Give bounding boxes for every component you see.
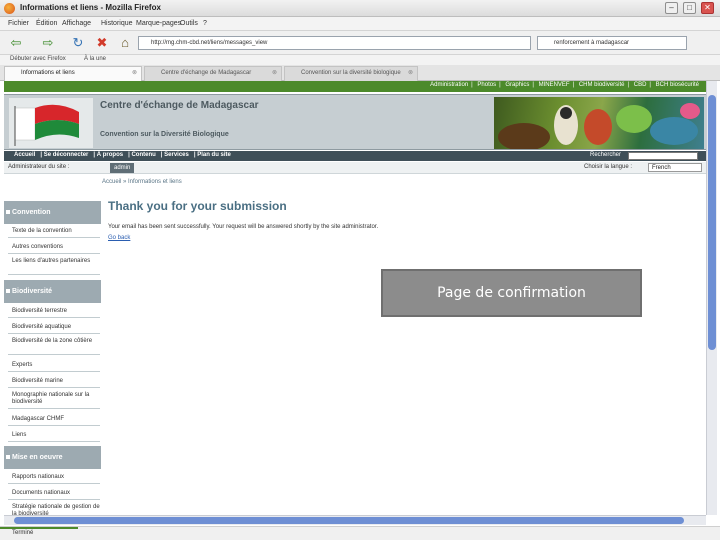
sidebar-item[interactable]: Madagascar CHMF (8, 414, 100, 426)
top-link[interactable]: Photos (477, 82, 496, 88)
confirmation-overlay-label: Page de confirmation (381, 269, 642, 317)
sidebar-item[interactable]: Autres conventions (8, 242, 100, 254)
menu-item[interactable]: Fichier (8, 20, 29, 27)
minimize-icon[interactable]: – (665, 2, 678, 14)
bookmark-item[interactable]: Débuter avec Firefox (10, 56, 66, 62)
bookmarks-bar: Débuter avec Firefox À la une (0, 55, 720, 65)
sidebar-item[interactable]: Biodiversité aquatique (8, 322, 100, 334)
sidebar-item[interactable]: Experts (8, 360, 100, 372)
page-heading: Thank you for your submission (108, 199, 287, 213)
reload-icon[interactable]: ↻ (70, 35, 86, 51)
breadcrumb[interactable]: Accueil » Informations et liens (102, 179, 182, 185)
sidebar-item[interactable]: Biodiversité terrestre (8, 306, 100, 318)
sidebar-item[interactable]: Documents nationaux (8, 488, 100, 500)
menu-item[interactable]: Historique (101, 20, 133, 27)
back-icon[interactable]: ⇦ (8, 35, 24, 51)
menu-item[interactable]: Outils (180, 20, 198, 27)
top-link[interactable]: Administration (430, 82, 468, 88)
close-tab-icon[interactable]: ⊗ (408, 67, 413, 80)
sidebar-item[interactable]: Les liens d'autres partenaires (8, 258, 100, 275)
tab-convention[interactable]: Convention sur la diversité biologique ⊗ (284, 66, 418, 81)
horizontal-scrollbar[interactable] (4, 515, 706, 525)
firefox-icon (4, 3, 15, 14)
menu-bar: Fichier Édition Affichage Historique Mar… (0, 17, 720, 31)
confirmation-message: Your email has been sent successfully. Y… (108, 224, 379, 230)
stop-icon[interactable]: ✖ (94, 35, 110, 51)
scroll-thumb[interactable] (708, 95, 716, 350)
nav-link[interactable]: Plan du site (197, 152, 231, 158)
top-link[interactable]: CHM biodiversité (579, 82, 625, 88)
close-tab-icon[interactable]: ⊗ (132, 67, 137, 80)
search-input[interactable]: renforcement à madagascar (537, 36, 687, 50)
window-title: Informations et liens - Mozilla Firefox (20, 3, 161, 12)
top-link[interactable]: MINENVEF (539, 82, 570, 88)
tab-informations[interactable]: Informations et liens ⊗ (4, 66, 142, 81)
nav-link[interactable]: Contenu (131, 152, 155, 158)
madagascar-flag-logo[interactable] (9, 98, 93, 148)
go-back-link[interactable]: Go back (108, 235, 688, 241)
sidebar-section-convention[interactable]: Convention (4, 201, 101, 224)
menu-item[interactable]: ? (203, 20, 207, 27)
home-icon[interactable]: ⌂ (117, 35, 133, 51)
menu-item[interactable]: Édition (36, 20, 57, 27)
sidebar: Convention Texte de la convention Autres… (4, 199, 101, 515)
banner-photo (494, 97, 704, 149)
site-banner: Centre d'échange de Madagascar Conventio… (4, 94, 706, 150)
top-link[interactable]: BCH biosécurité (656, 82, 699, 88)
nav-link[interactable]: Accueil (14, 152, 35, 158)
nav-link[interactable]: À propos (97, 152, 123, 158)
sidebar-item[interactable]: Biodiversité de la zone côtière (8, 338, 100, 355)
user-badge[interactable]: admin (110, 163, 135, 173)
site-subtitle: Convention sur la Diversité Biologique (100, 131, 229, 138)
site-search-label: Rechercher (590, 152, 622, 158)
nav-link[interactable]: Services (164, 152, 189, 158)
tab-centre[interactable]: Centre d'échange de Madagascar ⊗ (144, 66, 282, 81)
site-search-input[interactable] (628, 152, 698, 160)
language-select[interactable]: French (648, 163, 702, 172)
main-content: Thank you for your submission Your email… (108, 199, 688, 241)
tab-label: Centre d'échange de Madagascar (161, 70, 252, 76)
status-text: Terminé (12, 530, 34, 536)
user-label: Administrateur du site : (8, 164, 70, 170)
close-icon[interactable]: ✕ (701, 2, 714, 14)
sidebar-section-mise-en-oeuvre[interactable]: Mise en oeuvre (4, 446, 101, 469)
sidebar-item[interactable]: Stratégie nationale de gestion de la bio… (8, 504, 100, 515)
sidebar-section-biodiversite[interactable]: Biodiversité (4, 280, 101, 303)
top-link[interactable]: CBD (634, 82, 647, 88)
bookmark-item[interactable]: À la une (84, 56, 106, 62)
navigation-toolbar: ⇦ ⇨ ↻ ✖ ⌂ http://mg.chm-cbd.net/liens/me… (0, 31, 720, 55)
sidebar-item[interactable]: Monographie nationale sur la biodiversit… (8, 392, 100, 409)
window-titlebar: Informations et liens - Mozilla Firefox … (0, 0, 720, 17)
tab-bar: Informations et liens ⊗ Centre d'échange… (0, 65, 720, 81)
vertical-scrollbar[interactable] (706, 81, 717, 515)
top-links-strip: Administration | Photos | Graphics | MINENV… (4, 81, 706, 92)
tab-label: Informations et liens (21, 70, 75, 76)
address-bar[interactable]: http://mg.chm-cbd.net/liens/messages_vie… (138, 36, 531, 50)
scroll-thumb[interactable] (14, 517, 684, 524)
menu-item[interactable]: Marque-pages (136, 20, 181, 27)
main-navigation: Accueil | Se déconnecter | À propos | Conte… (4, 151, 706, 161)
status-accent (0, 527, 78, 529)
sidebar-item[interactable]: Liens (8, 430, 100, 442)
nav-link[interactable]: Se déconnecter (44, 152, 89, 158)
sidebar-item[interactable]: Biodiversité marine (8, 376, 100, 388)
maximize-icon[interactable]: □ (683, 2, 696, 14)
language-label: Choisir la langue : (584, 164, 633, 170)
sidebar-item[interactable]: Rapports nationaux (8, 472, 100, 484)
user-bar: Administrateur du site : admin Choisir l… (4, 162, 706, 174)
forward-icon[interactable]: ⇨ (40, 35, 56, 51)
close-tab-icon[interactable]: ⊗ (272, 67, 277, 80)
status-bar: Terminé (0, 526, 720, 540)
top-link[interactable]: Graphics (505, 82, 529, 88)
menu-item[interactable]: Affichage (62, 20, 91, 27)
sidebar-item[interactable]: Texte de la convention (8, 226, 100, 238)
site-title: Centre d'échange de Madagascar (100, 100, 259, 111)
tab-label: Convention sur la diversité biologique (301, 70, 401, 76)
